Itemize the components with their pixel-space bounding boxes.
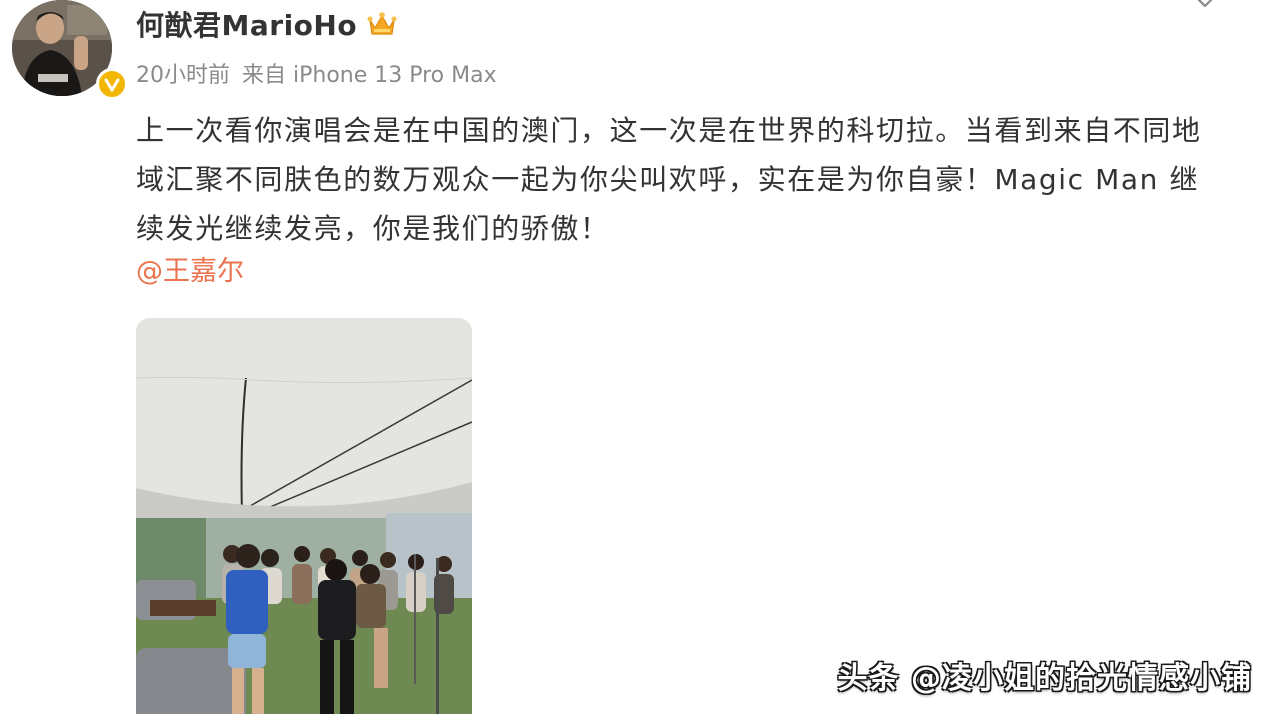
watermark-text: 头条 @凌小姐的拾光情感小铺 (837, 661, 1252, 696)
author-name-row: 何猷君MarioHo (136, 4, 397, 44)
verified-badge-icon (96, 68, 128, 100)
chevron-down-icon[interactable] (1192, 0, 1218, 12)
post-source: 来自 iPhone 13 Pro Max (242, 63, 497, 88)
author-name[interactable]: 何猷君MarioHo (136, 4, 357, 44)
group-photo-image (136, 318, 472, 714)
post-photo[interactable] (136, 318, 472, 714)
post-text: 上一次看你演唱会是在中国的澳门，这一次是在世界的科切拉。当看到来自不同地域汇聚不… (136, 114, 1202, 245)
author-avatar-container[interactable] (12, 0, 128, 100)
weibo-post: 何猷君MarioHo 20小时前 来自 iPhone 13 Pro Max 上一… (0, 0, 1270, 714)
crown-icon[interactable] (367, 10, 397, 38)
post-time[interactable]: 20小时前 (136, 57, 230, 89)
mention-link[interactable]: @王嘉尔 (136, 252, 244, 292)
post-meta: 20小时前 来自 iPhone 13 Pro Max (136, 56, 497, 90)
